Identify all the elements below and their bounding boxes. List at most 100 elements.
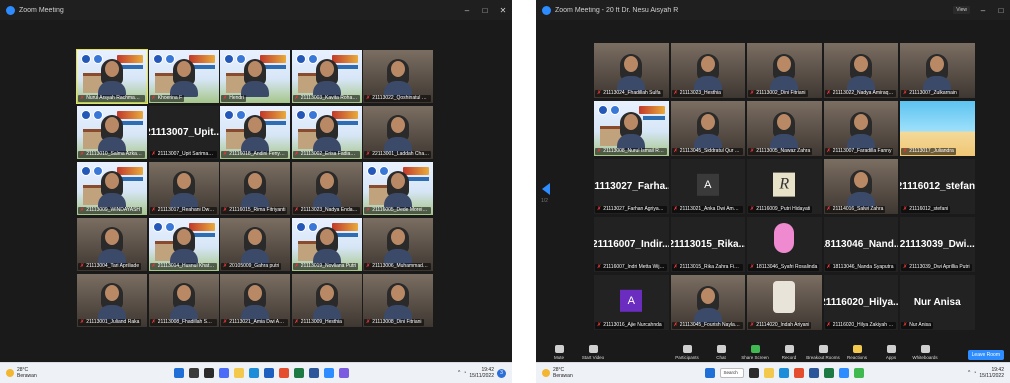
task-view-icon[interactable]: [749, 368, 760, 378]
participant-tile[interactable]: ✗ 21116018_Andini Fenya B...: [220, 106, 290, 159]
participant-tile[interactable]: 18113046_Nand...✗18113046_Nanda Syaputra: [823, 217, 898, 272]
zoom-taskbar-icon[interactable]: [839, 368, 850, 378]
leave-button[interactable]: Leave Room: [967, 350, 1004, 360]
participant-tile[interactable]: 21116012_stefani ✗ 21116012_stefani: [900, 159, 975, 214]
clock[interactable]: 19:42 15/11/2022: [469, 367, 494, 379]
participant-tile[interactable]: ✗ 21116015_Rima Fitriyanti: [220, 162, 290, 215]
participant-tile[interactable]: 21113039_Dwi... ✗ 21113039_Dwi Aprillia Pu…: [900, 217, 975, 272]
participant-tile[interactable]: ✗ 21113010_Salma Azka M...: [77, 106, 147, 159]
participant-tile[interactable]: 21116007_Indir... ✗ 21116007_Indri Metta W…: [594, 217, 669, 272]
control-apps[interactable]: Apps: [874, 345, 908, 360]
control-participants[interactable]: Participants: [670, 345, 704, 360]
app-icon[interactable]: [339, 368, 350, 378]
participant-tile[interactable]: 21113015_Rika... ✗ 21113015_Rika Zahra Fia…: [670, 217, 745, 272]
search-box[interactable]: Search: [720, 368, 745, 378]
participant-tile[interactable]: A ✗ 21113016_Ajie Nurcahnda: [594, 275, 669, 330]
participant-tile[interactable]: ✗21113045_Siddratul Qur Aini Siba: [670, 101, 745, 156]
participant-tile[interactable]: ✗ Hendri: [220, 50, 290, 103]
weather-widget[interactable]: 28°C Berawan: [542, 367, 602, 379]
chevron-up-icon[interactable]: ^: [458, 370, 460, 376]
participant-tile[interactable]: ✗ Khoerina F: [148, 50, 219, 103]
participant-tile[interactable]: ✗ 21113007_Faradilla Fanny: [823, 101, 898, 156]
edge-icon[interactable]: [249, 368, 260, 378]
participant-tile[interactable]: ✗ 21113023_Hesthia: [670, 43, 745, 98]
excel-icon[interactable]: [294, 368, 305, 378]
word-icon[interactable]: [309, 368, 320, 378]
control-whiteboards[interactable]: Whiteboards: [908, 345, 942, 360]
control-chat[interactable]: Chat: [704, 345, 738, 360]
participant-tile[interactable]: 21113007_Upit... ✗ 21113007_Upit Sarimanah: [148, 106, 219, 159]
previous-page-icon[interactable]: [542, 183, 550, 195]
control-share-screen[interactable]: Share Screen: [738, 345, 772, 360]
control-mute[interactable]: Mute: [542, 345, 576, 360]
participant-tile[interactable]: ✗ 21113008_Dini Fitriani: [363, 274, 433, 327]
participant-tile[interactable]: ✗ 21113014_Husnul Khatimi: [148, 218, 219, 271]
participant-tile[interactable]: Nur Anisa ✗ Nur Anisa: [900, 275, 975, 330]
participant-tile[interactable]: ✗ 21113005_Nawaz Zahra: [747, 101, 822, 156]
participant-tile[interactable]: ✗ 21113003_Kavita Rohaman: [291, 50, 362, 103]
minimize-button[interactable]: –: [974, 6, 992, 15]
start-icon[interactable]: [174, 368, 185, 378]
minimize-button[interactable]: –: [458, 6, 476, 15]
control-breakout-rooms[interactable]: Breakout Rooms: [806, 345, 840, 360]
participant-tile[interactable]: ✗ 22113001_Laddah Chaira...: [363, 106, 433, 159]
participant-tile[interactable]: ✗ Nurul Arsyah Rachmawati: [76, 49, 148, 104]
participant-tile[interactable]: ✗ 21113002_Dini Fitriani: [747, 43, 822, 98]
participant-tile[interactable]: ✗ 21113023_Nadya Endah ...: [291, 162, 362, 215]
close-button[interactable]: ✕: [494, 6, 512, 15]
participant-tile[interactable]: ✗ 21113006_Muhammad Fi...: [363, 218, 433, 271]
start-icon[interactable]: [705, 368, 716, 378]
participant-tile[interactable]: ✗ 21114016_Salwi Zahra: [823, 159, 898, 214]
participant-tile[interactable]: A ✗ 21113021_Anka Dwi Amalia: [670, 159, 745, 214]
participant-tile[interactable]: ✗ 21113024_Fhadillah Sulfa: [594, 43, 669, 98]
participant-tile[interactable]: ✗ 21113022_Qoshinatul Tha...: [363, 50, 433, 103]
notification-badge[interactable]: 3: [496, 368, 506, 378]
store-icon[interactable]: [264, 368, 275, 378]
chrome-icon[interactable]: [794, 368, 805, 378]
participant-tile[interactable]: ✗ 21113045_Fourish Nayla Viola: [670, 275, 745, 330]
participant-tile[interactable]: ✗ 21116005_Dede Moreikan...: [363, 162, 433, 215]
chrome-icon[interactable]: [279, 368, 290, 378]
chevron-up-icon[interactable]: ^: [968, 370, 970, 376]
control-reactions[interactable]: Reactions: [840, 345, 874, 360]
control-record[interactable]: Record: [772, 345, 806, 360]
participant-tile[interactable]: ✗ 21113009_Hesthia: [291, 274, 362, 327]
participant-tile[interactable]: ✗ 18113046_Syafri Rosalinda: [747, 217, 822, 272]
maximize-button[interactable]: □: [992, 6, 1010, 15]
participant-tile[interactable]: ✗ 21113008_Fhadillah Sulfa: [148, 274, 219, 327]
clock[interactable]: 19:42 15/11/2022: [979, 367, 1004, 379]
participant-tile[interactable]: ✗21113022_Nadya Amiraqdi Siregar: [823, 43, 898, 98]
weather-widget[interactable]: 28°C Berawan: [6, 367, 66, 379]
participant-tile[interactable]: ✗ 21113017_Juliandra: [900, 101, 975, 156]
participant-tile[interactable]: ✗ 21113001_Juliand Raka: [77, 274, 147, 327]
search-icon[interactable]: [189, 368, 200, 378]
participant-name: 21113022_Qoshinatul Tha...: [372, 95, 432, 101]
participant-tile[interactable]: ✗ 21113008_Nurul Ismail Rahmi: [594, 101, 669, 156]
task-view-icon[interactable]: [204, 368, 215, 378]
maximize-button[interactable]: □: [476, 6, 494, 15]
participant-tile[interactable]: 21116020_Hilya... ✗ 21116020_Hilya Zakiyah…: [823, 275, 898, 330]
participant-tile[interactable]: 21113027_Farha...✗21113027_Farhan Agriya…: [594, 159, 669, 214]
file-explorer-icon[interactable]: [764, 368, 775, 378]
participant-tile[interactable]: ✗ 21113009_WINDAYASH: [77, 162, 147, 215]
excel-icon[interactable]: [824, 368, 835, 378]
participant-tile[interactable]: ✗ 21113017_Reahani Dwana: [148, 162, 219, 215]
wifi-icon[interactable]: ◔: [463, 370, 466, 376]
participant-tile[interactable]: ✗ 21113004_Tari Apriliade: [77, 218, 147, 271]
zoom-taskbar-icon[interactable]: [324, 368, 335, 378]
file-explorer-icon[interactable]: [234, 368, 245, 378]
meet-icon[interactable]: [219, 368, 230, 378]
participant-tile[interactable]: ✗ 21113002_Erisa Fadiah Pu...: [291, 106, 362, 159]
participant-tile[interactable]: ✗ 21113019_Novliana Putri: [291, 218, 362, 271]
edge-icon[interactable]: [779, 368, 790, 378]
participant-tile[interactable]: R ✗ 21116009_Putri Hidayati: [747, 159, 822, 214]
participant-tile[interactable]: ✗ 20105009_Gahra putri: [220, 218, 290, 271]
control-start-video[interactable]: Start Video: [576, 345, 610, 360]
view-button[interactable]: View: [953, 6, 970, 14]
participant-tile[interactable]: ✗ 21113007_Zulkarnain: [900, 43, 975, 98]
participant-tile[interactable]: ✗ 21114020_Indah Ariyani: [747, 275, 822, 330]
app-icon[interactable]: [854, 368, 865, 378]
participant-tile[interactable]: ✗ 21113021_Amia Dwi Ama...: [220, 274, 290, 327]
wifi-icon[interactable]: ◔: [973, 370, 976, 376]
word-icon[interactable]: [809, 368, 820, 378]
